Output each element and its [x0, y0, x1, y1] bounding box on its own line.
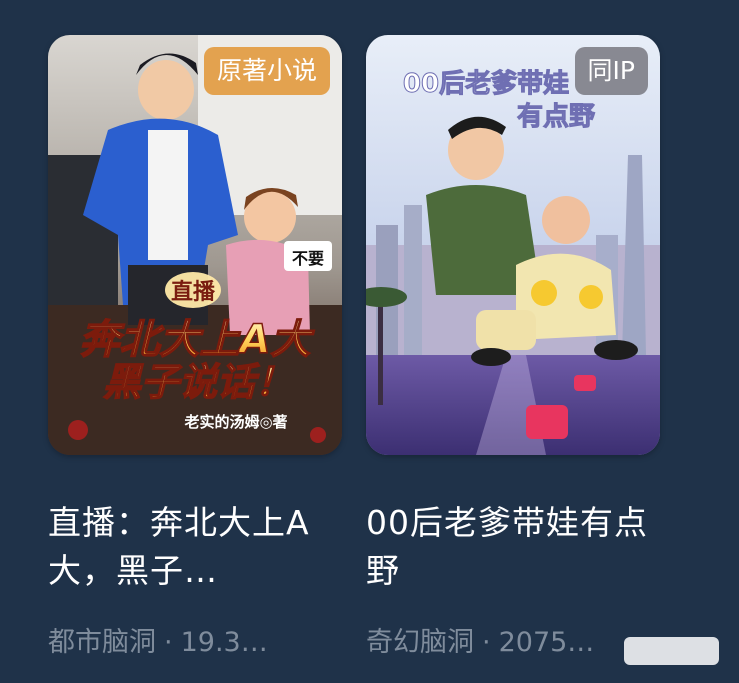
book-card-2[interactable]: 00后老爹带娃 有点野 同IP 00后老爹带娃有点野 奇幻脑洞 · 2075… — [366, 35, 660, 661]
cover-title-line-1: 00后老爹带娃 — [403, 69, 569, 99]
cover-illustration: 不要 直播 奔北大上A大 黑子说话！ 老实的汤姆◎著 — [48, 35, 342, 455]
book-stat: 19.3… — [180, 627, 268, 658]
cover-title-line-2: 有点野 — [517, 101, 595, 132]
cover-title-second: 黑子说话！ — [103, 360, 293, 404]
cover-author: 老实的汤姆◎著 — [183, 413, 287, 431]
book-cover-image[interactable]: 00后老爹带娃 有点野 同IP — [366, 35, 660, 455]
book-meta: 都市脑洞 · 19.3… — [48, 625, 338, 661]
same-ip-badge: 同IP — [574, 47, 648, 95]
book-meta: 奇幻脑洞 · 2075… — [366, 625, 656, 661]
book-cover-image[interactable]: 不要 直播 奔北大上A大 黑子说话！ 老实的汤姆◎著 原著小说 — [48, 35, 342, 455]
book-title[interactable]: 直播：奔北大上A大，黑子… — [48, 499, 338, 595]
meta-separator: · — [164, 627, 173, 658]
cover-title-top: 直播 — [171, 279, 216, 305]
watermark-logo — [624, 637, 719, 665]
cover-illustration: 00后老爹带娃 有点野 — [366, 35, 660, 455]
book-category: 都市脑洞 — [48, 627, 156, 658]
book-stat: 2075… — [498, 627, 595, 658]
book-category: 奇幻脑洞 — [366, 627, 474, 658]
cover-speech-bubble: 不要 — [292, 249, 324, 268]
cover-title-main: 奔北大上A大 — [80, 317, 316, 363]
book-card-1[interactable]: 不要 直播 奔北大上A大 黑子说话！ 老实的汤姆◎著 原著小说 直播：奔北大上A… — [48, 35, 342, 661]
meta-separator: · — [482, 627, 491, 658]
book-title[interactable]: 00后老爹带娃有点野 — [366, 499, 656, 595]
original-novel-badge: 原著小说 — [203, 47, 330, 95]
